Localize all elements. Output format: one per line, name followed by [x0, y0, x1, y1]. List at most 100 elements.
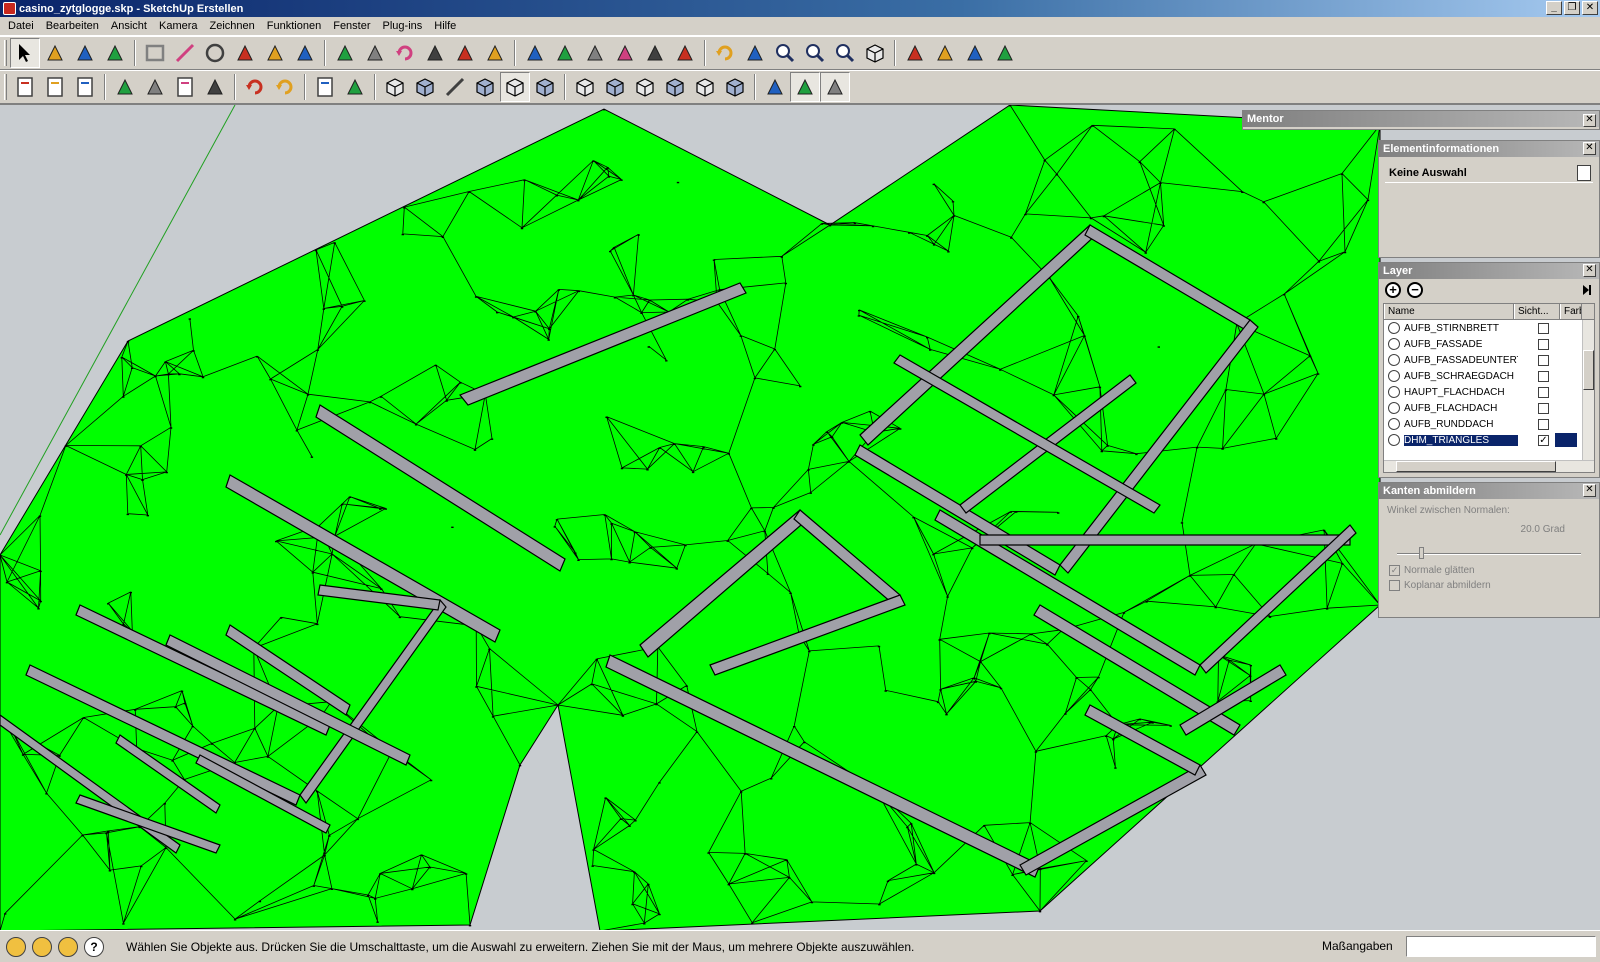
- protractor-tool-icon[interactable]: [580, 38, 610, 68]
- remove-layer-icon[interactable]: −: [1407, 282, 1423, 298]
- delete-icon[interactable]: [200, 72, 230, 102]
- layer-details-icon[interactable]: [1579, 283, 1593, 297]
- normals-checkbox[interactable]: ✓: [1389, 565, 1400, 576]
- open-file-icon[interactable]: [40, 72, 70, 102]
- coplanar-checkbox-row[interactable]: Koplanar abmildern: [1379, 576, 1599, 591]
- layer-color-swatch[interactable]: [1555, 417, 1577, 431]
- layer-close-button[interactable]: ✕: [1583, 264, 1596, 277]
- active-layer-radio[interactable]: [1388, 322, 1400, 334]
- layer-visible-checkbox[interactable]: ✓: [1538, 434, 1549, 446]
- layer-color-swatch[interactable]: [1555, 401, 1577, 415]
- layer-row[interactable]: AUFB_RUNDDACH: [1384, 416, 1594, 432]
- active-layer-radio[interactable]: [1388, 402, 1400, 414]
- model-info-icon[interactable]: [340, 72, 370, 102]
- toolbar-handle[interactable]: [4, 74, 7, 100]
- layer-name[interactable]: DHM_TRIANGLES: [1404, 434, 1518, 446]
- coplanar-checkbox[interactable]: [1389, 580, 1400, 591]
- layer-row[interactable]: AUFB_FLACHDACH: [1384, 400, 1594, 416]
- layer-visible-checkbox[interactable]: [1538, 370, 1549, 382]
- shaded-style-icon[interactable]: [470, 72, 500, 102]
- sandbox-2-icon[interactable]: [790, 72, 820, 102]
- measurements-input[interactable]: [1406, 936, 1596, 957]
- menu-zeichnen[interactable]: Zeichnen: [204, 17, 261, 35]
- menu-bearbeiten[interactable]: Bearbeiten: [40, 17, 105, 35]
- vscroll-thumb[interactable]: [1583, 350, 1594, 390]
- layer-visible-checkbox[interactable]: [1538, 354, 1549, 366]
- eraser-tool-icon[interactable]: [100, 38, 130, 68]
- copy-icon[interactable]: [140, 72, 170, 102]
- print-icon[interactable]: [310, 72, 340, 102]
- menu-datei[interactable]: Datei: [2, 17, 40, 35]
- undo-icon[interactable]: [240, 72, 270, 102]
- text-tool-icon[interactable]: [610, 38, 640, 68]
- offset-tool-icon[interactable]: [480, 38, 510, 68]
- geo-location-icon[interactable]: [6, 936, 26, 957]
- active-layer-radio[interactable]: [1388, 386, 1400, 398]
- sandbox-1-icon[interactable]: [760, 72, 790, 102]
- save-file-icon[interactable]: [70, 72, 100, 102]
- layer-name[interactable]: AUFB_SCHRAEGDACH: [1404, 371, 1518, 382]
- terrain-model[interactable]: [0, 105, 1600, 930]
- dimension-tool-icon[interactable]: [550, 38, 580, 68]
- iso-view-icon[interactable]: [570, 72, 600, 102]
- layer-visible-checkbox[interactable]: [1538, 418, 1549, 430]
- copyright-icon[interactable]: [58, 936, 78, 957]
- layer-row[interactable]: DHM_TRIANGLES ✓: [1384, 432, 1594, 448]
- left-view-icon[interactable]: [720, 72, 750, 102]
- layer-color-swatch[interactable]: [1555, 337, 1577, 351]
- make-component-tool-icon[interactable]: [40, 38, 70, 68]
- column-name[interactable]: Name: [1384, 304, 1514, 319]
- angle-slider-knob[interactable]: [1418, 547, 1424, 559]
- add-layer-icon[interactable]: +: [1385, 282, 1401, 298]
- layer-visible-checkbox[interactable]: [1538, 386, 1549, 398]
- credits-icon[interactable]: [32, 936, 52, 957]
- wireframe-style-icon[interactable]: [410, 72, 440, 102]
- pan-tool-icon[interactable]: [740, 38, 770, 68]
- layer-visible-checkbox[interactable]: [1538, 402, 1549, 414]
- xray-style-icon[interactable]: [380, 72, 410, 102]
- circle-tool-icon[interactable]: [200, 38, 230, 68]
- layer-color-swatch[interactable]: [1555, 369, 1577, 383]
- rectangle-tool-icon[interactable]: [140, 38, 170, 68]
- layer-horizontal-scrollbar[interactable]: [1384, 460, 1594, 472]
- layer-row[interactable]: AUFB_STIRNBRETT: [1384, 320, 1594, 336]
- polygon-tool-icon[interactable]: [260, 38, 290, 68]
- zoom-tool-icon[interactable]: [770, 38, 800, 68]
- axes-tool-icon[interactable]: [640, 38, 670, 68]
- sandbox-3-icon[interactable]: [820, 72, 850, 102]
- rotate-tool-icon[interactable]: [390, 38, 420, 68]
- previous-view-tool-icon[interactable]: [860, 38, 890, 68]
- layer-name[interactable]: AUFB_FASSADEUNTERTI: [1404, 355, 1518, 366]
- top-view-icon[interactable]: [600, 72, 630, 102]
- paint-bucket-tool-icon[interactable]: [70, 38, 100, 68]
- freehand-tool-icon[interactable]: [290, 38, 320, 68]
- layer-row[interactable]: AUFB_SCHRAEGDACH: [1384, 368, 1594, 384]
- right-view-icon[interactable]: [660, 72, 690, 102]
- column-visible[interactable]: Sicht...: [1514, 304, 1560, 319]
- menu-ansicht[interactable]: Ansicht: [105, 17, 153, 35]
- new-file-icon[interactable]: [10, 72, 40, 102]
- hidden-line-style-icon[interactable]: [440, 72, 470, 102]
- layer-color-swatch[interactable]: [1555, 385, 1577, 399]
- help-icon[interactable]: ?: [84, 936, 104, 957]
- arc-tool-icon[interactable]: [230, 38, 260, 68]
- monochrome-style-icon[interactable]: [530, 72, 560, 102]
- model-viewport[interactable]: [0, 104, 1600, 930]
- entity-info-close-button[interactable]: ✕: [1583, 142, 1596, 155]
- scale-tool-icon[interactable]: [450, 38, 480, 68]
- layer-name[interactable]: AUFB_FLACHDACH: [1404, 403, 1518, 414]
- column-color[interactable]: Farb: [1560, 304, 1582, 319]
- menu-funktionen[interactable]: Funktionen: [261, 17, 327, 35]
- layer-vertical-scrollbar[interactable]: [1582, 320, 1594, 460]
- cut-icon[interactable]: [110, 72, 140, 102]
- layer-row[interactable]: HAUPT_FLACHDACH: [1384, 384, 1594, 400]
- active-layer-radio[interactable]: [1388, 338, 1400, 350]
- menu-kamera[interactable]: Kamera: [153, 17, 204, 35]
- minimize-button[interactable]: _: [1546, 1, 1562, 15]
- layer-name[interactable]: HAUPT_FLACHDACH: [1404, 387, 1518, 398]
- menu-fenster[interactable]: Fenster: [327, 17, 376, 35]
- close-button[interactable]: ✕: [1582, 1, 1598, 15]
- back-view-icon[interactable]: [690, 72, 720, 102]
- hscroll-thumb[interactable]: [1396, 461, 1556, 472]
- active-layer-radio[interactable]: [1388, 418, 1400, 430]
